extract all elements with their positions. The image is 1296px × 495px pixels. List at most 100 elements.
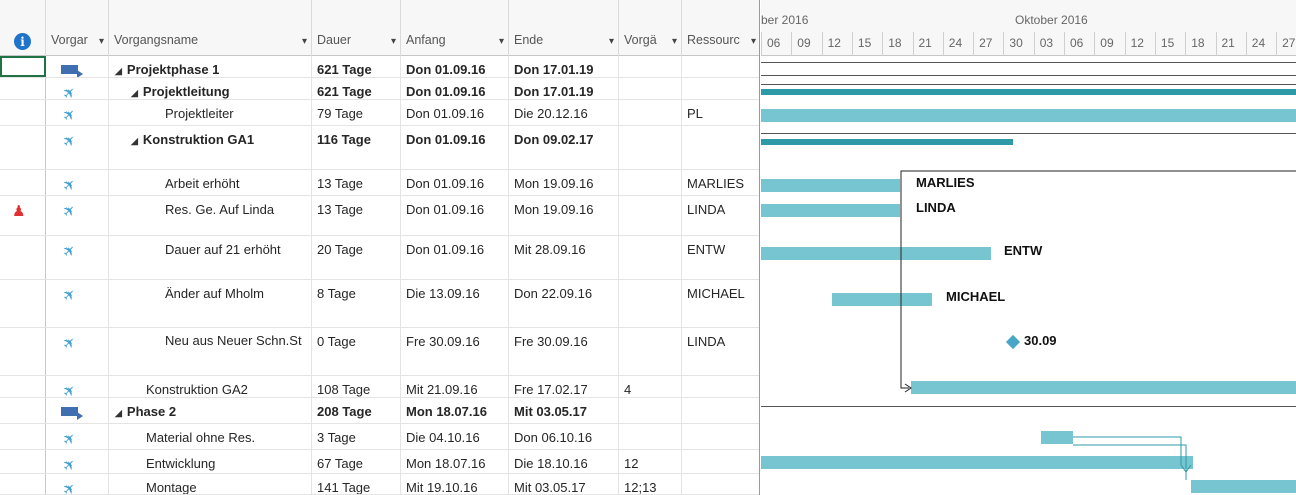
end-date-cell[interactable]: Don 22.09.16 bbox=[509, 280, 619, 327]
task-name-cell[interactable]: ◢ Projektphase 1 bbox=[109, 56, 312, 77]
predecessors-cell[interactable]: 12;13 bbox=[619, 474, 682, 494]
resource-names-cell[interactable]: MARLIES bbox=[682, 170, 759, 195]
resource-names-cell[interactable]: ENTW bbox=[682, 236, 759, 279]
duration-cell[interactable]: 13 Tage bbox=[312, 170, 401, 195]
dropdown-arrow-icon[interactable]: ▾ bbox=[672, 36, 677, 47]
predecessors-cell[interactable] bbox=[619, 424, 682, 449]
duration-cell[interactable]: 79 Tage bbox=[312, 100, 401, 125]
resource-names-cell[interactable] bbox=[682, 56, 759, 77]
task-mode-cell[interactable]: ✈ bbox=[46, 78, 109, 99]
gantt-chart[interactable]: ber 2016 Oktober 2016 06 09 12 15 18 21 24 27 30… bbox=[761, 0, 1296, 495]
table-row[interactable]: ✈ Material ohne Res. 3 Tage Die 04.10.16 Don… bbox=[0, 424, 759, 450]
table-row[interactable]: ◢ Projektphase 1 621 Tage Don 01.09.16 Don 1… bbox=[0, 56, 759, 78]
duration-cell[interactable]: 0 Tage bbox=[312, 328, 401, 375]
predecessors-cell[interactable] bbox=[619, 56, 682, 77]
start-date-cell[interactable]: Don 01.09.16 bbox=[401, 170, 509, 195]
task-mode-cell[interactable]: ✈ bbox=[46, 196, 109, 235]
end-date-cell[interactable]: Don 06.10.16 bbox=[509, 424, 619, 449]
table-row[interactable]: ✈ Änder auf Mholm 8 Tage Die 13.09.16 Don 22… bbox=[0, 280, 759, 328]
resource-names-cell[interactable]: LINDA bbox=[682, 328, 759, 375]
end-date-cell[interactable]: Don 17.01.19 bbox=[509, 56, 619, 77]
collapse-triangle-icon[interactable]: ◢ bbox=[131, 136, 138, 146]
indicators-column-header[interactable]: i bbox=[0, 0, 46, 56]
resource-names-cell[interactable] bbox=[682, 376, 759, 397]
dropdown-arrow-icon[interactable]: ▾ bbox=[302, 36, 307, 47]
duration-cell[interactable]: 13 Tage bbox=[312, 196, 401, 235]
predecessors-cell[interactable]: 4 bbox=[619, 376, 682, 397]
duration-cell[interactable]: 116 Tage bbox=[312, 126, 401, 169]
table-row[interactable]: ✈ Montage 141 Tage Mit 19.10.16 Mit 03.05.17… bbox=[0, 474, 759, 495]
resource-names-cell[interactable] bbox=[682, 126, 759, 169]
resource-names-cell[interactable] bbox=[682, 474, 759, 494]
table-row[interactable]: ✈ Entwicklung 67 Tage Mon 18.07.16 Die 18.10… bbox=[0, 450, 759, 474]
predecessors-cell[interactable] bbox=[619, 126, 682, 169]
table-row[interactable]: ✈ Projektleiter 79 Tage Don 01.09.16 Die 20.… bbox=[0, 100, 759, 126]
start-date-cell[interactable]: Mon 18.07.16 bbox=[401, 398, 509, 423]
end-date-cell[interactable]: Mon 19.09.16 bbox=[509, 170, 619, 195]
task-name-cell[interactable]: Projektleiter bbox=[109, 100, 312, 125]
task-mode-cell[interactable]: ✈ bbox=[46, 126, 109, 169]
collapse-triangle-icon[interactable]: ◢ bbox=[115, 66, 122, 76]
duration-cell[interactable]: 208 Tage bbox=[312, 398, 401, 423]
task-mode-cell[interactable]: ✈ bbox=[46, 280, 109, 327]
task-name-cell[interactable]: Res. Ge. Auf Linda bbox=[109, 196, 312, 235]
task-mode-cell[interactable] bbox=[46, 398, 109, 423]
resource-names-cell[interactable] bbox=[682, 424, 759, 449]
collapse-triangle-icon[interactable]: ◢ bbox=[115, 408, 122, 418]
resource-names-cell[interactable] bbox=[682, 450, 759, 473]
task-mode-cell[interactable]: ✈ bbox=[46, 328, 109, 375]
task-mode-cell[interactable]: ✈ bbox=[46, 170, 109, 195]
start-date-cell[interactable]: Don 01.09.16 bbox=[401, 126, 509, 169]
task-mode-cell[interactable] bbox=[46, 56, 109, 77]
collapse-triangle-icon[interactable]: ◢ bbox=[131, 88, 138, 98]
end-date-cell[interactable]: Fre 30.09.16 bbox=[509, 328, 619, 375]
task-name-cell[interactable]: Konstruktion GA2 bbox=[109, 376, 312, 397]
resource-names-cell[interactable] bbox=[682, 398, 759, 423]
task-mode-column-header[interactable]: Vorgar ▾ bbox=[46, 0, 109, 56]
end-date-cell[interactable]: Don 17.01.19 bbox=[509, 78, 619, 99]
task-mode-cell[interactable]: ✈ bbox=[46, 100, 109, 125]
start-date-cell[interactable]: Don 01.09.16 bbox=[401, 236, 509, 279]
task-name-cell[interactable]: Neu aus Neuer Schn.St bbox=[109, 328, 312, 375]
table-row[interactable]: ✈ Arbeit erhöht 13 Tage Don 01.09.16 Mon 19.… bbox=[0, 170, 759, 196]
table-row[interactable]: ♟ ✈ Res. Ge. Auf Linda 13 Tage Don 01.09.16 M… bbox=[0, 196, 759, 236]
task-name-cell[interactable]: Montage bbox=[109, 474, 312, 494]
dropdown-arrow-icon[interactable]: ▾ bbox=[751, 36, 756, 47]
table-row[interactable]: ◢ Phase 2 208 Tage Mon 18.07.16 Mit 03.05.17 bbox=[0, 398, 759, 424]
resource-names-cell[interactable]: LINDA bbox=[682, 196, 759, 235]
duration-cell[interactable]: 3 Tage bbox=[312, 424, 401, 449]
task-name-cell[interactable]: Dauer auf 21 erhöht bbox=[109, 236, 312, 279]
predecessors-cell[interactable] bbox=[619, 328, 682, 375]
resource-overallocated-icon[interactable]: ♟ bbox=[12, 203, 25, 220]
predecessors-cell[interactable] bbox=[619, 236, 682, 279]
start-date-cell[interactable]: Don 01.09.16 bbox=[401, 196, 509, 235]
predecessors-cell[interactable] bbox=[619, 100, 682, 125]
task-mode-cell[interactable]: ✈ bbox=[46, 376, 109, 397]
task-name-cell[interactable]: ◢ Projektleitung bbox=[109, 78, 312, 99]
task-name-cell[interactable]: ◢ Konstruktion GA1 bbox=[109, 126, 312, 169]
resources-column-header[interactable]: Ressourc ▾ bbox=[682, 0, 759, 56]
dropdown-arrow-icon[interactable]: ▾ bbox=[99, 36, 104, 47]
table-row[interactable]: ✈ ◢ Projektleitung 621 Tage Don 01.09.16 Don … bbox=[0, 78, 759, 100]
duration-cell[interactable]: 108 Tage bbox=[312, 376, 401, 397]
predecessors-cell[interactable]: 12 bbox=[619, 450, 682, 473]
start-date-cell[interactable]: Mit 21.09.16 bbox=[401, 376, 509, 397]
end-column-header[interactable]: Ende ▾ bbox=[509, 0, 619, 56]
dependency-link-line[interactable] bbox=[1073, 436, 1182, 465]
duration-cell[interactable]: 141 Tage bbox=[312, 474, 401, 494]
end-date-cell[interactable]: Mit 03.05.17 bbox=[509, 398, 619, 423]
end-date-cell[interactable]: Fre 17.02.17 bbox=[509, 376, 619, 397]
task-name-cell[interactable]: ◢ Phase 2 bbox=[109, 398, 312, 423]
resource-names-cell[interactable] bbox=[682, 78, 759, 99]
end-date-cell[interactable]: Mit 03.05.17 bbox=[509, 474, 619, 494]
end-date-cell[interactable]: Mit 28.09.16 bbox=[509, 236, 619, 279]
start-date-cell[interactable]: Die 13.09.16 bbox=[401, 280, 509, 327]
end-date-cell[interactable]: Don 09.02.17 bbox=[509, 126, 619, 169]
duration-cell[interactable]: 20 Tage bbox=[312, 236, 401, 279]
end-date-cell[interactable]: Die 18.10.16 bbox=[509, 450, 619, 473]
dependency-link-line[interactable] bbox=[900, 170, 1296, 389]
end-date-cell[interactable]: Die 20.12.16 bbox=[509, 100, 619, 125]
dropdown-arrow-icon[interactable]: ▾ bbox=[609, 36, 614, 47]
task-name-column-header[interactable]: Vorgangsname ▾ bbox=[109, 0, 312, 56]
start-date-cell[interactable]: Die 04.10.16 bbox=[401, 424, 509, 449]
